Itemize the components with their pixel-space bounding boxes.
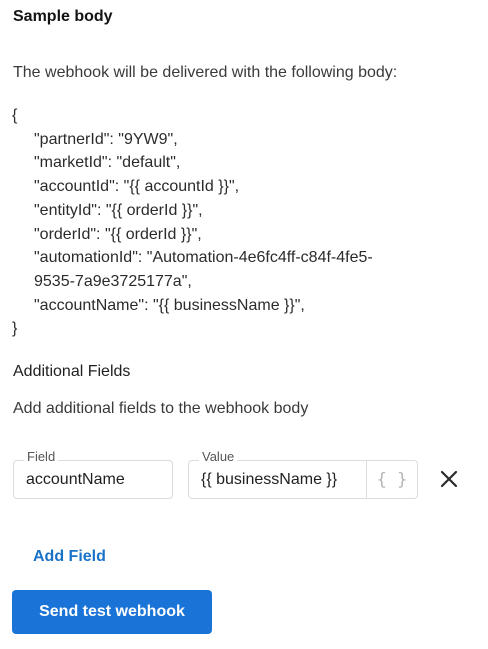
sample-body-description: The webhook will be delivered with the f… <box>13 64 398 81</box>
additional-field-row: Field accountName Value {{ businessName … <box>13 446 473 508</box>
field-name-label: Field <box>24 449 59 464</box>
additional-fields-description: Add additional fields to the webhook bod… <box>13 400 309 417</box>
code-line: "entityId": "{{ orderId }}", <box>34 201 203 219</box>
code-line: "accountId": "{{ accountId }}", <box>34 178 240 196</box>
field-value-value: {{ businessName }} <box>201 471 338 488</box>
code-line: 9535-7a9e3725177a", <box>34 272 192 290</box>
send-test-webhook-button[interactable]: Send test webhook <box>12 590 212 634</box>
sample-body-code: { "partnerId": "9YW9", "marketId": "defa… <box>12 104 373 341</box>
additional-fields-title: Additional Fields <box>13 363 131 380</box>
add-field-button[interactable]: Add Field <box>33 548 106 566</box>
field-value-input[interactable]: Value {{ businessName }} { } <box>188 449 418 499</box>
field-value-label: Value <box>199 449 238 464</box>
code-line: "automationId": "Automation-4e6fc4ff-c84… <box>34 249 373 267</box>
code-close-brace: } <box>12 320 18 338</box>
sample-body-title: Sample body <box>13 8 113 25</box>
code-open-brace: { <box>12 107 18 124</box>
code-line: "orderId": "{{ orderId }}", <box>34 225 202 243</box>
close-icon <box>440 470 458 488</box>
remove-field-icon[interactable] <box>438 466 460 492</box>
field-name-input[interactable]: Field accountName <box>13 449 173 499</box>
insert-variable-icon[interactable]: { } <box>366 460 417 499</box>
code-line: "accountName": "{{ businessName }}", <box>34 296 305 314</box>
code-line: "partnerId": "9YW9", <box>34 130 178 148</box>
code-line: "marketId": "default", <box>34 154 181 172</box>
field-name-value: accountName <box>26 471 125 488</box>
webhook-settings-panel: Sample body The webhook will be delivere… <box>0 0 488 649</box>
